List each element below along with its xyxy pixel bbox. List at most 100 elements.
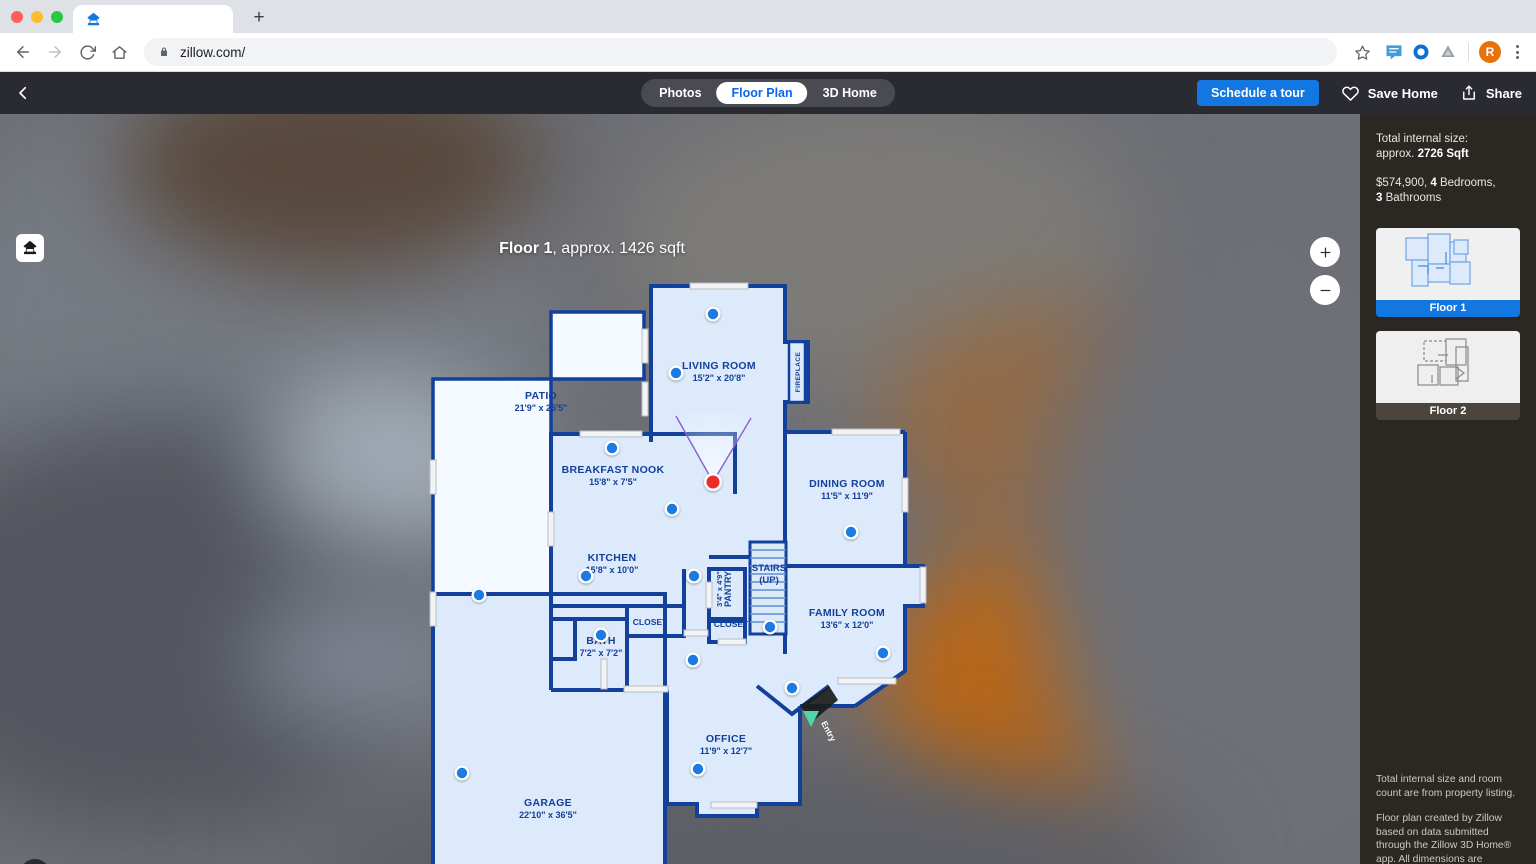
floor-plan-drawing[interactable]: PATIO21'9" x 25'5" LIVING ROOM15'2" x 20'… [0,114,1360,864]
entry-marker: Entry [803,711,838,743]
zillow-logo-badge[interactable] [16,234,44,262]
address-bar[interactable]: zillow.com/ [144,38,1337,66]
svg-text:PANTRY: PANTRY [723,571,733,607]
media-tabs: Photos Floor Plan 3D Home [641,79,895,107]
avatar[interactable]: R [1479,41,1501,63]
sidebar-footnotes: Total internal size and room count are f… [1376,773,1520,864]
share-button[interactable]: Share [1460,84,1522,102]
floor-plan-dot[interactable] [604,440,620,456]
heart-icon [1341,85,1359,101]
floor-thumbnails: Floor 1 Floor 2 [1376,228,1520,420]
room-name: DINING ROOM [809,478,885,490]
bedrooms-label: Bedrooms, [1436,177,1496,189]
floor-1-label: Floor 1 [1376,300,1520,317]
room-dimensions: 15'8" x 7'5" [589,477,637,487]
floor-plan-dot[interactable] [668,365,684,381]
room-name: BREAKFAST NOOK [562,464,665,476]
drive-extension-icon[interactable] [1438,42,1458,62]
toolbar-divider [1468,43,1469,61]
minimize-window-button[interactable] [31,11,43,23]
header-actions: Schedule a tour Save Home Share [1196,80,1522,106]
svg-text:Entry: Entry [819,719,838,743]
floor-plan-title-area: , approx. 1426 sqft [552,240,685,257]
floor-plan-dot[interactable] [875,645,891,661]
plus-icon [1320,247,1330,257]
zoom-in-button[interactable] [1310,237,1340,267]
total-size-prefix: approx. [1376,148,1418,160]
forward-arrow-icon[interactable] [40,37,70,67]
pantry-label: PANTRY 3'4" x 4'9" [715,571,733,607]
browser-circle-extension-icon[interactable] [1411,42,1431,62]
floor-plan-dot[interactable] [593,627,609,643]
back-arrow-icon[interactable] [8,37,38,67]
room-dimensions: 7'2" x 7'2" [580,648,623,658]
price-value: $574,900, [1376,177,1428,189]
room-name: LIVING ROOM [682,360,756,372]
floor-plan-title: Floor 1, approx. 1426 sqft [0,240,1184,258]
chrome-menu-icon[interactable] [1508,45,1526,59]
tab-photos[interactable]: Photos [644,82,716,104]
floor-plan-dot[interactable] [686,568,702,584]
room-name: OFFICE [706,733,746,745]
floor-plan-dot[interactable] [454,765,470,781]
floor-plan-dot[interactable] [664,501,680,517]
browser-tab-zillow[interactable] [73,5,233,33]
new-tab-button[interactable]: + [245,3,273,31]
app-header: Photos Floor Plan 3D Home Schedule a tou… [0,72,1536,114]
schedule-tour-button[interactable]: Schedule a tour [1196,80,1319,106]
floor-plan-dot[interactable] [471,587,487,603]
back-button[interactable] [14,84,32,102]
room-dimensions: 15'8" x 10'0" [586,565,639,575]
browser-tabstrip: + [0,0,1536,33]
floor-1-mini-plan [1405,233,1471,287]
zoom-controls [1310,237,1340,305]
window-traffic-lights [0,11,73,33]
closet-label: CLOSET [633,617,668,627]
price-and-rooms: $574,900, 4 Bedrooms, 3 Bathrooms [1376,176,1520,206]
total-size-value: approx. 2726 Sqft [1376,147,1520,162]
tab-floor-plan[interactable]: Floor Plan [716,82,808,104]
floor-plan-dot[interactable] [685,652,701,668]
property-sidebar: Total internal size: approx. 2726 Sqft $… [1360,114,1536,864]
room-name: KITCHEN [588,552,637,564]
floor-thumbnail-2[interactable]: Floor 2 [1376,331,1520,420]
share-icon [1462,85,1475,100]
star-icon[interactable] [1347,37,1377,67]
total-size-number: 2726 Sqft [1417,148,1469,160]
svg-text:STAIRS: STAIRS [752,563,786,574]
browser-toolbar: zillow.com/ R [0,33,1536,72]
floor-1-preview [1376,228,1520,300]
room-name: GARAGE [524,797,572,809]
save-home-button[interactable]: Save Home [1341,84,1438,103]
total-size-block: Total internal size: approx. 2726 Sqft [1376,132,1520,162]
zillow-icon [23,240,37,255]
close-window-button[interactable] [11,11,23,23]
translate-extension-icon[interactable] [1384,42,1404,62]
footnote-disclaimer: Floor plan created by Zillow based on da… [1376,813,1512,864]
floor-plan-stage: Floor 1 , approx. 1426 sqft PATIO 21'9" x… [0,114,1536,864]
floor-plan-viewer[interactable]: Floor 1, approx. 1426 sqft PATIO 21'9" x… [0,114,1360,864]
floor-plan-dot[interactable] [690,761,706,777]
address-bar-url: zillow.com/ [180,44,246,60]
save-home-label: Save Home [1367,85,1438,101]
home-icon[interactable] [104,37,134,67]
floor-plan-dot[interactable] [578,568,594,584]
floor-2-label: Floor 2 [1376,403,1520,420]
floor-plan-dot[interactable] [784,680,800,696]
floor-plan-dot[interactable] [705,306,721,322]
tab-3d-home[interactable]: 3D Home [808,82,892,104]
maximize-window-button[interactable] [51,11,63,23]
room-dimensions: 21'9" x 25'5" [515,403,568,413]
room-name: FAMILY ROOM [809,607,885,619]
zoom-out-button[interactable] [1310,275,1340,305]
floor-plan-dot[interactable] [762,619,778,635]
reload-icon[interactable] [72,37,102,67]
room-name: PATIO [525,390,557,402]
camera-position-marker[interactable] [704,473,722,491]
floor-plan-dot[interactable] [843,524,859,540]
floor-thumbnail-1[interactable]: Floor 1 [1376,228,1520,317]
browser-chrome: + zillow.com/ R [0,0,1536,72]
svg-text:3'4" x 4'9": 3'4" x 4'9" [715,571,724,607]
closet-label: CLOSET [714,619,749,629]
room-dimensions: 22'10" x 36'5" [519,810,577,820]
